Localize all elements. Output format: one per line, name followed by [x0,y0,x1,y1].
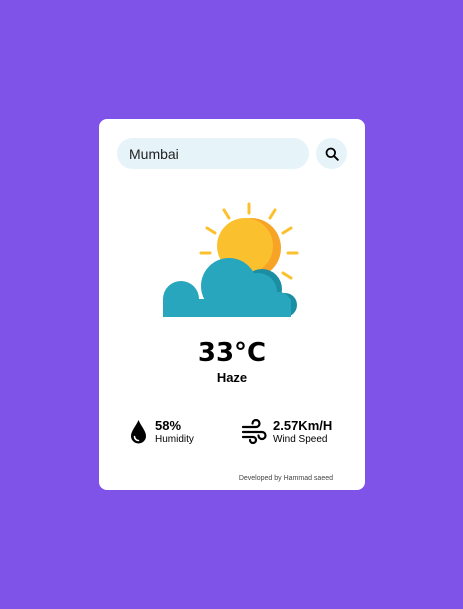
search-icon [325,147,339,161]
search-button[interactable] [316,138,347,169]
humidity-label: Humidity [155,434,194,445]
wind-icon [241,419,267,444]
water-drop-icon [131,420,146,444]
wind-speed-label: Wind Speed [273,434,328,445]
city-search-input[interactable] [117,138,309,169]
weather-card: 33°C Haze 58% Humidity 2.57Km/H Wind Spe… [99,119,365,490]
sun-behind-cloud-icon [163,202,299,317]
search-bar [117,138,347,169]
humidity-value: 58% [155,418,182,433]
humidity-detail: 58% Humidity [130,417,230,449]
temperature-display: 33°C [197,338,267,368]
weather-condition: Haze [216,370,248,385]
wind-detail: 2.57Km/H Wind Speed [241,417,351,449]
cloud [163,258,297,317]
developer-credit: Developed by Hammad saeed [238,475,333,482]
wind-speed-value: 2.57Km/H [273,418,333,433]
